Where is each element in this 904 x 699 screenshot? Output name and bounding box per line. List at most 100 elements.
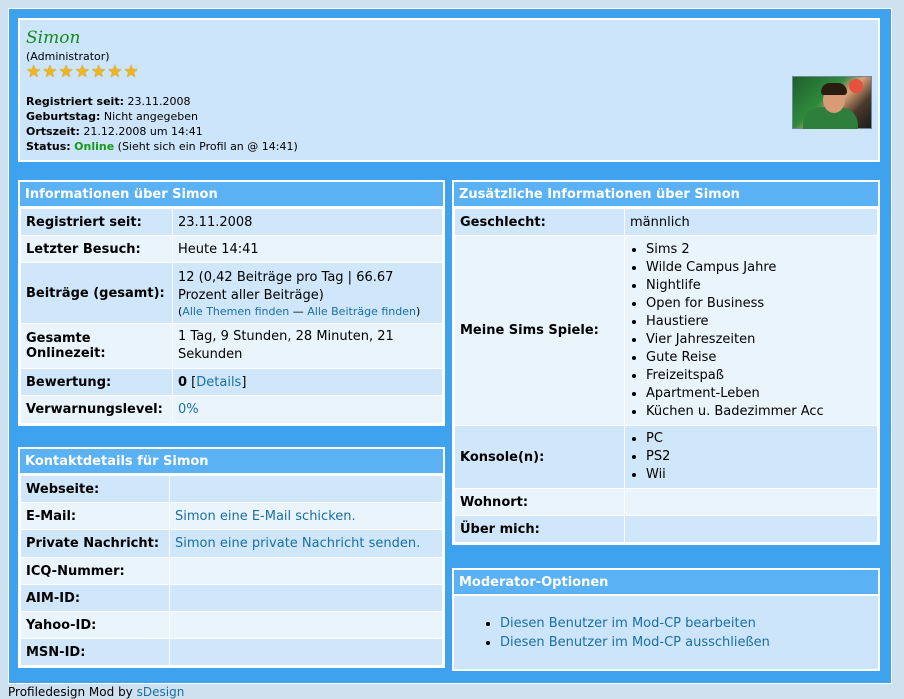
- moderator-options: Diesen Benutzer im Mod-CP bearbeiten Die…: [454, 596, 878, 652]
- row-label: MSN-ID:: [20, 638, 170, 666]
- row-label: Über mich:: [454, 515, 625, 543]
- info-title: Informationen über Simon: [20, 182, 443, 208]
- list-item: Sims 2: [646, 241, 872, 259]
- table-row: Wohnort:: [454, 488, 878, 516]
- row-label: Letzter Besuch:: [20, 235, 173, 263]
- avatar-hair: [821, 83, 847, 95]
- registered-label: Registriert seit:: [26, 95, 124, 108]
- row-label: Beiträge (gesamt):: [20, 262, 173, 324]
- table-row: Konsole(n):PCPS2Wii: [454, 425, 878, 489]
- rating-details-link[interactable]: Details: [196, 375, 241, 390]
- extra-table: Geschlecht:männlich Meine Sims Spiele:Si…: [454, 208, 878, 543]
- star-icon: ★: [42, 62, 58, 82]
- footer-sdesign-link[interactable]: sDesign: [137, 685, 185, 699]
- extra-title: Zusätzliche Informationen über Simon: [454, 182, 878, 208]
- mod-edit-user-link[interactable]: Diesen Benutzer im Mod-CP bearbeiten: [500, 616, 756, 631]
- extra-panel: Zusätzliche Informationen über Simon Ges…: [452, 180, 880, 545]
- star-icon: ★: [26, 62, 42, 82]
- consoles-list: PCPS2Wii: [630, 430, 872, 484]
- table-row: Bewertung: 0 [Details]: [20, 368, 443, 396]
- table-row: Letzter Besuch: Heute 14:41: [20, 235, 443, 263]
- footer-text: Profiledesign Mod by: [8, 685, 137, 699]
- mod-ban-user-link[interactable]: Diesen Benutzer im Mod-CP ausschließen: [500, 635, 770, 650]
- localtime-value: 21.12.2008 um 14:41: [83, 125, 203, 138]
- find-posts-link[interactable]: Alle Beiträge finden: [307, 305, 416, 318]
- registered-line: Registriert seit: 23.11.2008: [26, 94, 872, 109]
- send-pm-link[interactable]: Simon eine private Nachricht senden.: [175, 536, 420, 551]
- list-item: PC: [646, 430, 872, 448]
- birthday-label: Geburtstag:: [26, 110, 101, 123]
- website-value: [169, 475, 443, 503]
- list-item: PS2: [646, 448, 872, 466]
- list-item: Diesen Benutzer im Mod-CP bearbeiten: [500, 614, 878, 633]
- row-value: 0%: [172, 395, 443, 424]
- icq-value: [169, 557, 443, 585]
- list-item: Diesen Benutzer im Mod-CP ausschließen: [500, 633, 878, 652]
- contact-panel: Kontaktdetails für Simon Webseite: E-Mai…: [18, 447, 445, 668]
- bracket-close: ]: [241, 374, 247, 390]
- table-row: MSN-ID:: [20, 638, 443, 666]
- contact-title: Kontaktdetails für Simon: [20, 449, 443, 475]
- status-line: Status: Online (Sieht sich ein Profil an…: [26, 139, 872, 154]
- table-row: Geschlecht: männlich: [454, 208, 878, 236]
- table-row: Gesamte Onlinezeit: 1 Tag, 9 Stunden, 28…: [20, 323, 443, 369]
- list-item: Apartment-Leben: [646, 385, 872, 403]
- contact-table: Webseite: E-Mail: Simon eine E-Mail schic…: [20, 475, 443, 666]
- star-icon: ★: [58, 62, 74, 82]
- row-label: Bewertung:: [20, 368, 173, 396]
- location-value: [624, 488, 878, 516]
- separator: —: [289, 304, 308, 318]
- games-list: Sims 2Wilde Campus JahreNightlifeOpen fo…: [630, 241, 872, 421]
- status-online: Online: [74, 140, 115, 153]
- row-label: AIM-ID:: [20, 584, 170, 612]
- aim-value: [169, 584, 443, 612]
- row-value: 12 (0,42 Beiträge pro Tag | 66.67 Prozen…: [172, 262, 443, 324]
- row-value: Simon eine private Nachricht senden.: [169, 529, 443, 558]
- list-item: Vier Jahreszeiten: [646, 331, 872, 349]
- localtime-line: Ortszeit: 21.12.2008 um 14:41: [26, 124, 872, 139]
- list-item: Open for Business: [646, 295, 872, 313]
- row-value: 1 Tag, 9 Stunden, 28 Minuten, 21 Sekunde…: [172, 323, 443, 369]
- row-label: Wohnort:: [454, 488, 625, 516]
- table-row: Beiträge (gesamt): 12 (0,42 Beiträge pro…: [20, 262, 443, 324]
- row-label: E-Mail:: [20, 502, 170, 530]
- list-item: Küchen u. Badezimmer Acc: [646, 403, 872, 421]
- info-panel: Informationen über Simon Registriert sei…: [18, 180, 445, 426]
- footer: Profiledesign Mod by sDesign: [8, 686, 184, 698]
- username[interactable]: Simon: [26, 28, 872, 48]
- table-row: Über mich:: [454, 515, 878, 543]
- avatar: [792, 76, 872, 129]
- row-label: Yahoo-ID:: [20, 611, 170, 639]
- star-icon: ★: [123, 62, 139, 82]
- msn-value: [169, 638, 443, 666]
- table-row: Webseite:: [20, 475, 443, 503]
- list-item: Nightlife: [646, 277, 872, 295]
- birthday-value: Nicht angegeben: [103, 110, 198, 123]
- status-note: (Sieht sich ein Profil an @ 14:41): [117, 140, 298, 153]
- row-value: Heute 14:41: [172, 235, 443, 263]
- user-role: (Administrator): [26, 50, 110, 63]
- row-label: Gesamte Onlinezeit:: [20, 323, 173, 369]
- table-row: AIM-ID:: [20, 584, 443, 612]
- row-label: Geschlecht:: [454, 208, 625, 236]
- star-icon: ★: [91, 62, 107, 82]
- birthday-line: Geburtstag: Nicht angegeben: [26, 109, 872, 124]
- row-label: Registriert seit:: [20, 208, 173, 236]
- bracket-open: [: [187, 374, 197, 390]
- star-icon: ★: [74, 62, 90, 82]
- warning-level-link[interactable]: 0%: [178, 402, 199, 417]
- table-row: E-Mail: Simon eine E-Mail schicken.: [20, 502, 443, 530]
- table-row: Verwarnungslevel: 0%: [20, 395, 443, 424]
- moderator-title: Moderator-Optionen: [454, 570, 878, 596]
- list-item: Haustiere: [646, 313, 872, 331]
- table-row: Yahoo-ID:: [20, 611, 443, 639]
- table-row: Private Nachricht: Simon eine private Nac…: [20, 529, 443, 558]
- list-item: Wilde Campus Jahre: [646, 259, 872, 277]
- row-label: ICQ-Nummer:: [20, 557, 170, 585]
- yahoo-value: [169, 611, 443, 639]
- rank-stars: ★ ★ ★ ★ ★ ★ ★: [26, 62, 872, 82]
- send-email-link[interactable]: Simon eine E-Mail schicken.: [175, 509, 356, 524]
- find-threads-link[interactable]: Alle Themen finden: [182, 305, 289, 318]
- table-row: ICQ-Nummer:: [20, 557, 443, 585]
- status-label: Status:: [26, 140, 71, 153]
